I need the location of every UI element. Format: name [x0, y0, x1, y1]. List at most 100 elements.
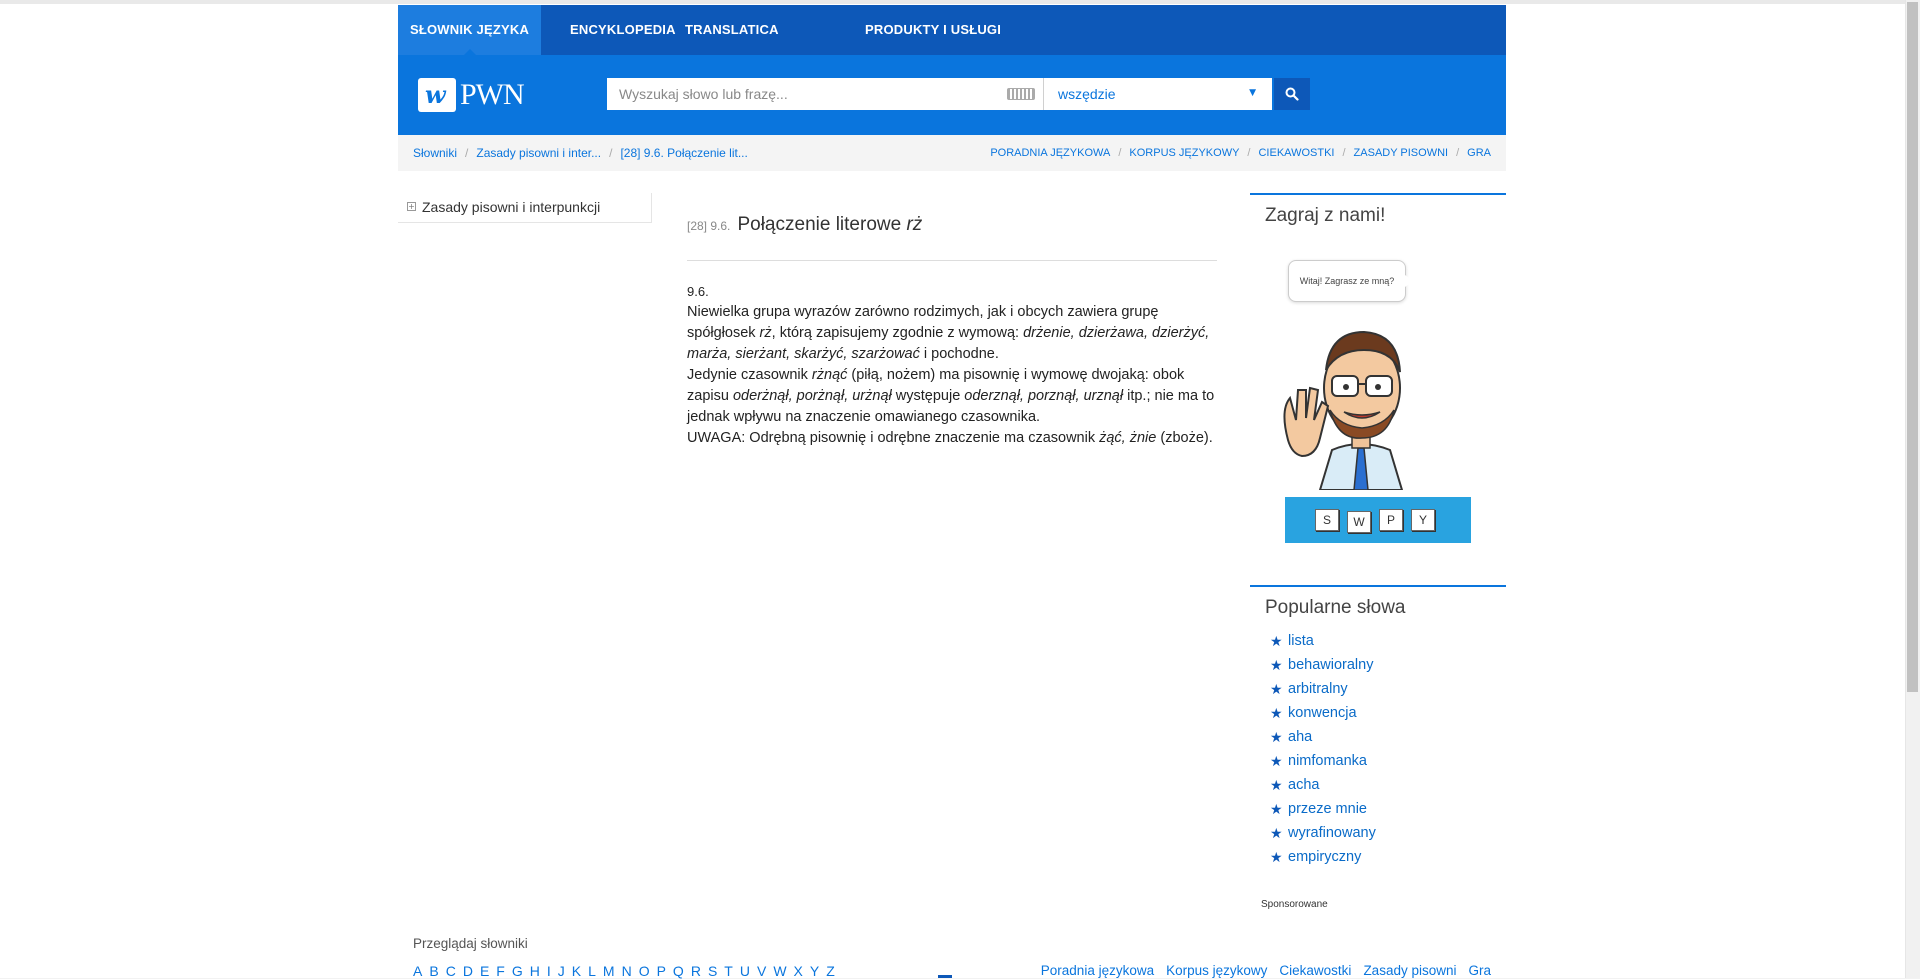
search-icon [1285, 87, 1299, 101]
popular-words: Popularne słowa ★ lista ★ behawioralny ★ ar… [1250, 585, 1506, 875]
alphabet-letter[interactable]: W [773, 963, 786, 979]
search-input[interactable] [607, 78, 997, 110]
chevron-down-icon: ▼ [1249, 88, 1256, 98]
alphabet-letter[interactable]: J [558, 963, 565, 979]
alphabet-letter[interactable]: Y [810, 963, 819, 979]
keyboard-icon[interactable] [1007, 88, 1035, 100]
footer-link-gra[interactable]: Gra [1468, 963, 1491, 978]
popular-item[interactable]: ★ behawioralny [1270, 653, 1376, 677]
article-title: Połączenie literowe rż [737, 214, 923, 235]
tree-item-zasady[interactable]: Zasady pisowni i interpunkcji [422, 199, 600, 215]
header: w PWN wszędzie ▼ [398, 55, 1506, 135]
article-header: [28] 9.6. Połączenie literowe rż [687, 205, 1217, 261]
nav-sjp[interactable]: SŁOWNIK JĘZYKA POLSKIEGO [398, 5, 541, 87]
popular-item[interactable]: ★ nimfomanka [1270, 749, 1376, 773]
game-title: Zagraj z nami! [1265, 205, 1386, 226]
alphabet-letter[interactable]: L [588, 963, 596, 979]
footer-link-ciekawostki[interactable]: Ciekawostki [1279, 963, 1351, 978]
tile-letter: P [1379, 509, 1403, 531]
footer-links: Poradnia językowa Korpus językowy Ciekawos… [1029, 963, 1491, 978]
alphabet-letter[interactable]: S [708, 963, 717, 979]
sublink-separator: / [1247, 147, 1251, 159]
sublink-gra[interactable]: GRA [1467, 147, 1491, 159]
alphabet-letter[interactable]: F [496, 963, 505, 979]
pwn-logo-icon: w [418, 78, 456, 112]
popular-item[interactable]: ★ acha [1270, 773, 1376, 797]
paragraph-1: Niewielka grupa wyrazów zarówno rodzimyc… [687, 304, 1210, 362]
logo-text: PWN [460, 78, 525, 111]
breadcrumb-bar: Słowniki / Zasady pisowni i inter... / [28] … [398, 135, 1506, 171]
search-button[interactable] [1274, 78, 1310, 110]
alphabet-letter[interactable]: C [446, 963, 456, 979]
popular-item[interactable]: ★ konwencja [1270, 701, 1376, 725]
tile-letter: W [1347, 511, 1371, 533]
alphabet-letter[interactable]: K [572, 963, 581, 979]
alphabet-letter[interactable]: D [463, 963, 473, 979]
breadcrumb-item-slowniki[interactable]: Słowniki [413, 146, 457, 160]
popular-item[interactable]: ★ wyrafinowany [1270, 821, 1376, 845]
star-icon: ★ [1270, 681, 1283, 697]
tile-letter: Y [1411, 509, 1435, 531]
scrollbar[interactable] [1905, 0, 1920, 978]
alphabet-letter[interactable]: P [657, 963, 666, 979]
sublink-zasady[interactable]: ZASADY PISOWNI [1354, 147, 1449, 159]
popular-item[interactable]: ★ lista [1270, 629, 1376, 653]
sublink-separator: / [1342, 147, 1346, 159]
section-number: 9.6. [687, 284, 709, 299]
alphabet-letter[interactable]: E [480, 963, 489, 979]
alphabet-letter[interactable]: Z [826, 963, 835, 979]
sponsored-label: Sponsorowane [1261, 899, 1328, 910]
paragraph-2: Jedynie czasownik rżnąć (piłą, nożem) ma… [687, 367, 1215, 425]
breadcrumb-separator: / [465, 146, 469, 160]
breadcrumb-item-current[interactable]: [28] 9.6. Połączenie lit... [620, 146, 747, 160]
scope-select[interactable]: wszędzie ▼ [1044, 78, 1272, 110]
expand-icon[interactable]: + [407, 202, 416, 211]
alphabet-letter[interactable]: A [413, 963, 422, 979]
footer-link-korpus[interactable]: Korpus językowy [1166, 963, 1267, 978]
star-icon: ★ [1270, 633, 1283, 649]
alphabet-letter[interactable]: H [530, 963, 540, 979]
nav-encyklopedia[interactable]: ENCYKLOPEDIA [570, 5, 676, 55]
browser-top-edge [0, 0, 1905, 4]
popular-item[interactable]: ★ przeze mnie [1270, 797, 1376, 821]
tile-letter: S [1315, 509, 1339, 531]
alphabet-letter[interactable]: I [547, 963, 551, 979]
nav-produkty[interactable]: PRODUKTY I USŁUGI [865, 5, 1001, 55]
content-container: SŁOWNIK JĘZYKA POLSKIEGO ENCYKLOPEDIA TR… [398, 5, 1506, 979]
popular-item[interactable]: ★ aha [1270, 725, 1376, 749]
popular-item[interactable]: ★ empiryczny [1270, 845, 1376, 869]
alphabet-letter[interactable]: N [622, 963, 632, 979]
game-widget[interactable]: Zagraj z nami! Witaj! Zagrasz ze mną? S … [1250, 193, 1506, 578]
popular-list: ★ lista ★ behawioralny ★ arbitralny ★ konwen… [1270, 629, 1376, 869]
sublink-korpus[interactable]: KORPUS JĘZYKOWY [1129, 147, 1239, 159]
alphabet-letter[interactable]: T [724, 963, 733, 979]
star-icon: ★ [1270, 705, 1283, 721]
star-icon: ★ [1270, 849, 1283, 865]
alphabet-index: ABCDEFGHIJKLMNOPQRSTUVWXYZ [413, 963, 842, 979]
star-icon: ★ [1270, 753, 1283, 769]
alphabet-letter[interactable]: X [794, 963, 803, 979]
footer-link-zasady[interactable]: Zasady pisowni [1363, 963, 1456, 978]
section-links: PORADNIA JĘZYKOWA / KORPUS JĘZYKOWY / CIEKAW… [990, 135, 1491, 171]
alphabet-letter[interactable]: B [429, 963, 438, 979]
alphabet-letter[interactable]: M [603, 963, 615, 979]
popular-item[interactable]: ★ arbitralny [1270, 677, 1376, 701]
star-icon: ★ [1270, 657, 1283, 673]
footer-link-poradnia[interactable]: Poradnia językowa [1041, 963, 1154, 978]
alphabet-letter[interactable]: R [691, 963, 701, 979]
pwn-logo[interactable]: w PWN [418, 77, 525, 113]
alphabet-letter[interactable]: Q [673, 963, 684, 979]
sublink-poradnia[interactable]: PORADNIA JĘZYKOWA [990, 147, 1110, 159]
alphabet-letter[interactable]: V [757, 963, 766, 979]
breadcrumb-item-zasady[interactable]: Zasady pisowni i inter... [476, 146, 601, 160]
nav-translatica[interactable]: TRANSLATICA [685, 5, 779, 55]
star-icon: ★ [1270, 825, 1283, 841]
alphabet-letter[interactable]: G [512, 963, 523, 979]
star-icon: ★ [1270, 801, 1283, 817]
alphabet-letter[interactable]: U [740, 963, 750, 979]
alphabet-letter[interactable]: O [639, 963, 650, 979]
sublink-ciekawostki[interactable]: CIEKAWOSTKI [1258, 147, 1334, 159]
article-number: [28] 9.6. [687, 219, 731, 233]
scrollbar-thumb[interactable] [1907, 2, 1918, 692]
search-box [607, 78, 1044, 110]
